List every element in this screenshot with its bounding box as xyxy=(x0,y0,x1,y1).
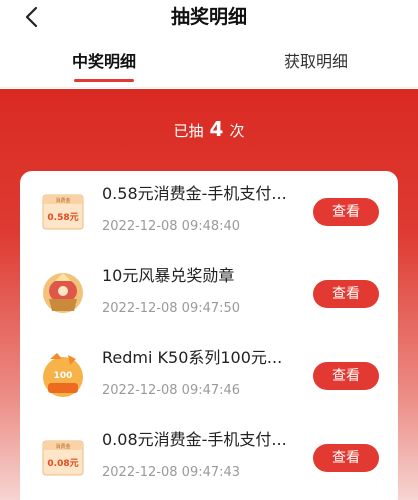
view-button[interactable]: 查看 xyxy=(313,280,379,308)
item-time: 2022-12-08 09:48:40 xyxy=(102,219,241,234)
voucher-icon: 100 xyxy=(43,353,83,397)
list-item: 消费金 0.58元 0.58元消费金-手机支付... 2022-12-08 09… xyxy=(20,171,398,251)
item-title: 10元风暴兑奖勋章 xyxy=(102,266,235,285)
draw-count-prefix: 已抽 xyxy=(173,122,204,140)
medal-icon xyxy=(43,273,83,313)
item-title: 0.08元消费金-手机支付... xyxy=(102,430,287,449)
top-bar: 抽奖明细 xyxy=(0,0,418,36)
svg-text:100: 100 xyxy=(54,371,73,381)
draw-count-suffix: 次 xyxy=(229,122,245,140)
page-title: 抽奖明细 xyxy=(170,6,247,28)
records-card: 消费金 0.58元 0.58元消费金-手机支付... 2022-12-08 09… xyxy=(20,171,398,500)
draw-count: 已抽 4 次 xyxy=(0,117,418,143)
tab-earning-details[interactable]: 获取明细 xyxy=(284,50,348,74)
draw-count-number: 4 xyxy=(209,117,224,141)
svg-text:0.58元: 0.58元 xyxy=(47,212,78,223)
svg-text:消费金: 消费金 xyxy=(55,443,70,450)
item-title: 0.58元消费金-手机支付... xyxy=(102,184,287,203)
svg-text:消费金: 消费金 xyxy=(55,197,70,204)
list-item: 消费金 0.08元 0.08元消费金-手机支付... 2022-12-08 09… xyxy=(20,417,398,497)
list-item: 10元风暴兑奖勋章 2022-12-08 09:47:50 查看 xyxy=(20,253,398,333)
svg-text:0.08元: 0.08元 xyxy=(47,458,78,469)
tab-winning-details[interactable]: 中奖明细 xyxy=(72,50,136,82)
item-title: Redmi K50系列100元... xyxy=(102,348,283,367)
coupon-icon: 消费金 0.58元 xyxy=(42,194,84,230)
coupon-icon: 消费金 0.08元 xyxy=(42,440,84,476)
item-time: 2022-12-08 09:47:50 xyxy=(102,301,241,316)
item-time: 2022-12-08 09:47:46 xyxy=(102,383,241,398)
list-item: 100 Redmi K50系列100元... 2022-12-08 09:47:… xyxy=(20,335,398,415)
view-button[interactable]: 查看 xyxy=(313,362,379,390)
tab-bar: 中奖明细 获取明细 xyxy=(0,40,418,88)
view-button[interactable]: 查看 xyxy=(313,444,379,472)
item-time: 2022-12-08 09:47:43 xyxy=(102,465,241,480)
view-button[interactable]: 查看 xyxy=(313,198,379,226)
